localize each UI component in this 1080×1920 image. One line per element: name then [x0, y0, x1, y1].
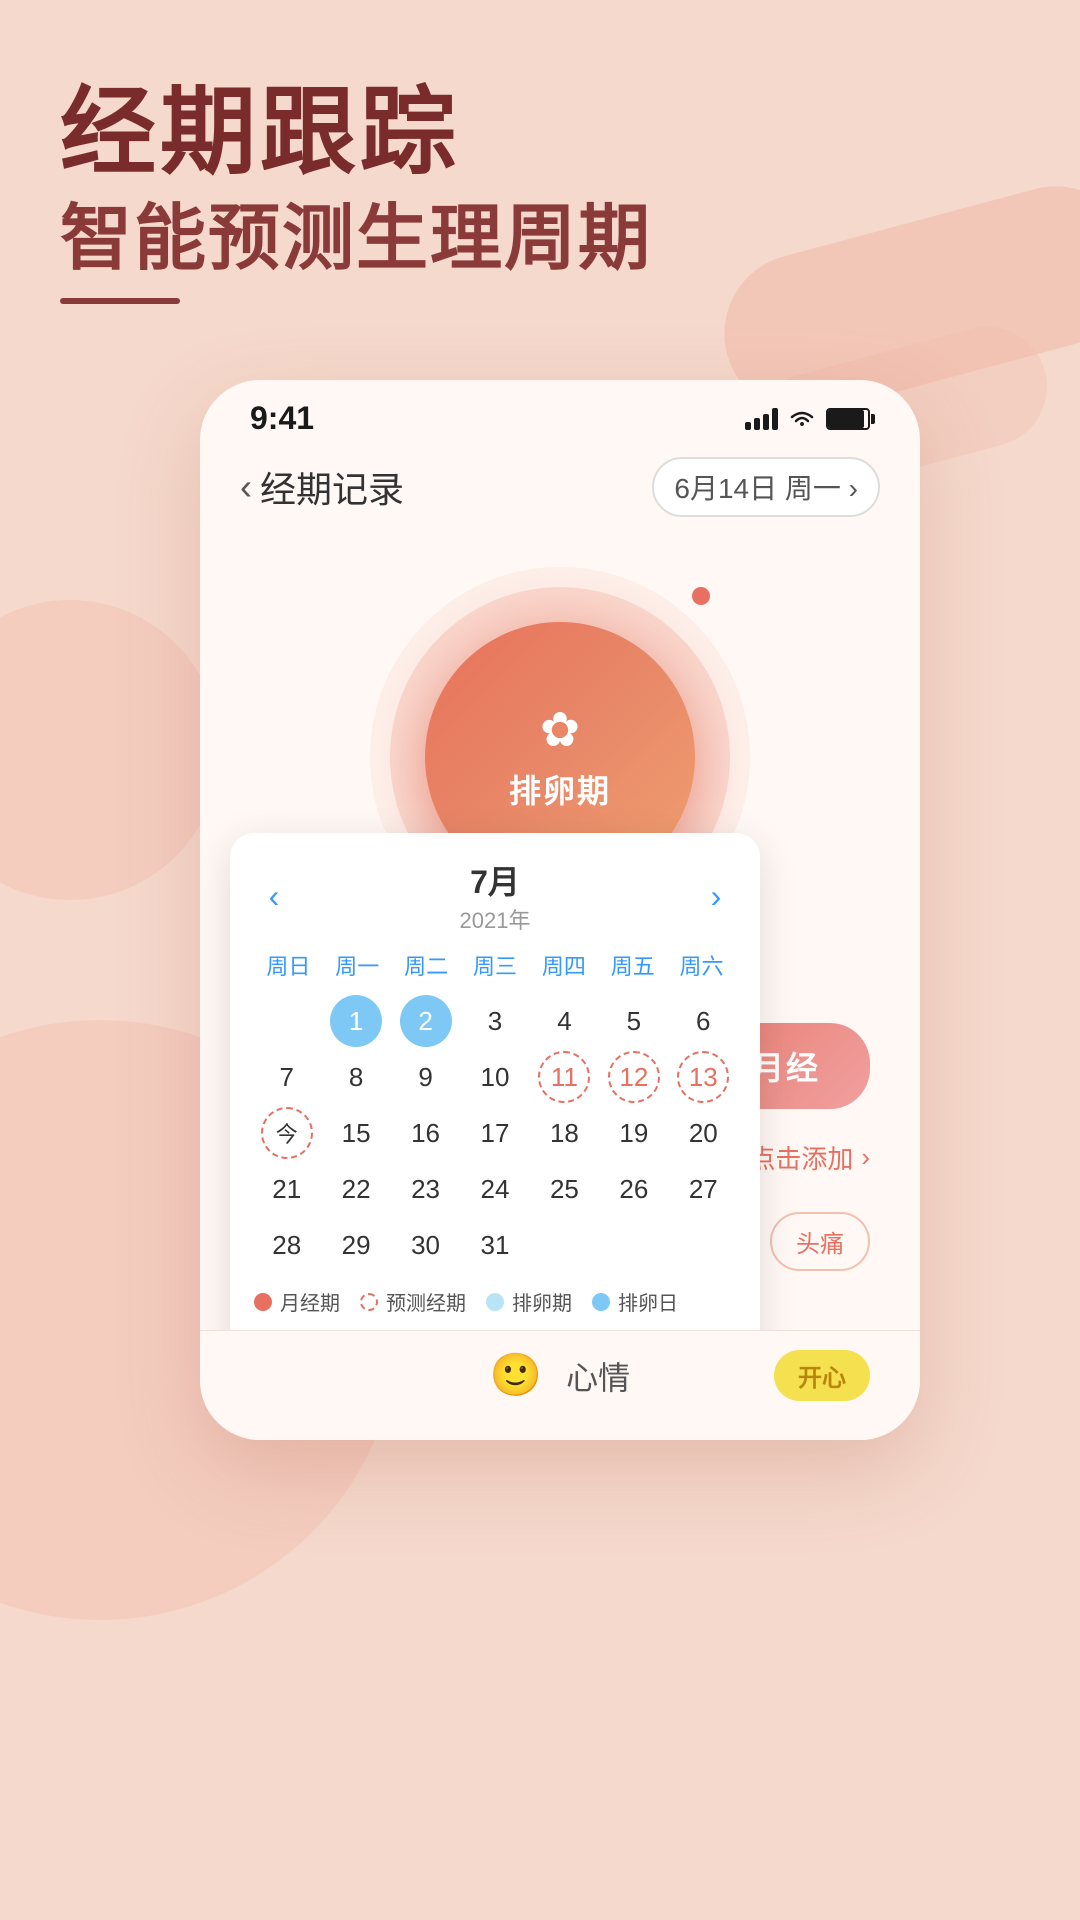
- cal-day-29[interactable]: 29: [330, 1219, 382, 1271]
- legend-ovulation-day: 排卵日: [592, 1287, 678, 1316]
- legend-dot-light-blue: [486, 1293, 504, 1311]
- calendar-header: ‹ 7月 2021年 ›: [254, 857, 736, 935]
- bg-decoration-4: [0, 600, 220, 900]
- hero-title-sub: 智能预测生理周期: [60, 196, 652, 282]
- cal-day-20[interactable]: 20: [677, 1107, 729, 1159]
- cal-day-16[interactable]: 16: [400, 1107, 452, 1159]
- nav-date[interactable]: 6月14日 周一 ›: [652, 457, 880, 517]
- back-chevron-icon: ‹: [240, 466, 252, 508]
- status-icons: [745, 408, 870, 430]
- calendar-overlay: ‹ 7月 2021年 › 周日 周一 周二 周三 周四 周五 周六 1 2 3 …: [230, 833, 760, 1380]
- mood-bar: 🙂 心情 开心: [200, 1330, 920, 1440]
- legend-dot-red: [254, 1293, 272, 1311]
- cal-day-5[interactable]: 5: [608, 995, 660, 1047]
- phase-label: 排卵期: [509, 766, 611, 812]
- nav-bar: ‹ 经期记录 6月14日 周一 ›: [200, 447, 920, 537]
- cal-day-today[interactable]: 今: [261, 1107, 313, 1159]
- cal-day-empty-2: [538, 1219, 590, 1271]
- calendar-weekdays: 周日 周一 周二 周三 周四 周五 周六: [254, 943, 736, 987]
- symptom-tag-1[interactable]: 头痛: [770, 1212, 870, 1271]
- flower-icon: ✿: [540, 702, 580, 758]
- legend-dot-dashed: [360, 1293, 378, 1311]
- hero-section: 经期跟踪 智能预测生理周期: [60, 80, 652, 304]
- cal-day-13[interactable]: 13: [677, 1051, 729, 1103]
- calendar-next-button[interactable]: ›: [696, 878, 736, 915]
- cal-day-23[interactable]: 23: [400, 1163, 452, 1215]
- cal-day-7[interactable]: 7: [261, 1051, 313, 1103]
- mood-label: 心情: [566, 1353, 630, 1399]
- calendar-month-year: 7月 2021年: [460, 857, 531, 935]
- calendar-prev-button[interactable]: ‹: [254, 878, 294, 915]
- cal-day-17[interactable]: 17: [469, 1107, 521, 1159]
- cal-day-empty: [261, 995, 313, 1047]
- cal-day-1[interactable]: 1: [330, 995, 382, 1047]
- calendar-month: 7月: [460, 857, 531, 903]
- cal-day-9[interactable]: 9: [400, 1051, 452, 1103]
- legend-label-ovulation-period: 排卵期: [512, 1287, 572, 1316]
- cal-day-22[interactable]: 22: [330, 1163, 382, 1215]
- add-link-arrow-icon: ›: [861, 1142, 870, 1173]
- cal-day-10[interactable]: 10: [469, 1051, 521, 1103]
- status-time: 9:41: [250, 400, 314, 437]
- legend-predicted: 预测经期: [360, 1287, 466, 1316]
- legend-label-period: 月经期: [280, 1287, 340, 1316]
- phone-mockup: 9:41 ‹ 经期记录 6月14日 周一 ›: [200, 380, 920, 1440]
- nav-title: 经期记录: [260, 461, 404, 513]
- cal-day-2[interactable]: 2: [400, 995, 452, 1047]
- signal-bars-icon: [745, 408, 778, 430]
- legend-label-predicted: 预测经期: [386, 1287, 466, 1316]
- cal-day-12[interactable]: 12: [608, 1051, 660, 1103]
- add-link[interactable]: 点击添加 ›: [749, 1139, 870, 1176]
- legend-dot-blue: [592, 1293, 610, 1311]
- cal-day-18[interactable]: 18: [538, 1107, 590, 1159]
- cal-day-empty-4: [677, 1219, 729, 1271]
- calendar-legend: 月经期 预测经期 排卵期 排卵日: [254, 1287, 736, 1316]
- calendar-days: 1 2 3 4 5 6 7 8 9 10 11 12 13 今 15 16 17…: [254, 995, 736, 1271]
- cal-day-8[interactable]: 8: [330, 1051, 382, 1103]
- dot-top-right: [692, 587, 710, 605]
- cal-day-26[interactable]: 26: [608, 1163, 660, 1215]
- legend-ovulation-period: 排卵期: [486, 1287, 572, 1316]
- cal-day-28[interactable]: 28: [261, 1219, 313, 1271]
- wifi-icon: [788, 408, 816, 430]
- mood-emoji-icon: 🙂: [490, 1351, 542, 1400]
- nav-date-arrow-icon: ›: [849, 473, 858, 504]
- cal-day-30[interactable]: 30: [400, 1219, 452, 1271]
- cal-day-3[interactable]: 3: [469, 995, 521, 1047]
- cal-day-15[interactable]: 15: [330, 1107, 382, 1159]
- hero-title-main: 经期跟踪: [60, 80, 652, 186]
- legend-period: 月经期: [254, 1287, 340, 1316]
- weekday-sat: 周六: [667, 943, 736, 987]
- cal-day-24[interactable]: 24: [469, 1163, 521, 1215]
- cal-day-31[interactable]: 31: [469, 1219, 521, 1271]
- cal-day-empty-3: [608, 1219, 660, 1271]
- cal-day-19[interactable]: 19: [608, 1107, 660, 1159]
- weekday-mon: 周一: [323, 943, 392, 987]
- mood-badge[interactable]: 开心: [774, 1350, 870, 1401]
- weekday-tue: 周二: [392, 943, 461, 987]
- cal-day-21[interactable]: 21: [261, 1163, 313, 1215]
- cal-day-11[interactable]: 11: [538, 1051, 590, 1103]
- battery-icon: [826, 408, 870, 430]
- weekday-thu: 周四: [529, 943, 598, 987]
- weekday-sun: 周日: [254, 943, 323, 987]
- cal-day-6[interactable]: 6: [677, 995, 729, 1047]
- cal-day-25[interactable]: 25: [538, 1163, 590, 1215]
- weekday-wed: 周三: [461, 943, 530, 987]
- weekday-fri: 周五: [598, 943, 667, 987]
- cal-day-27[interactable]: 27: [677, 1163, 729, 1215]
- status-bar: 9:41: [200, 380, 920, 447]
- legend-label-ovulation-day: 排卵日: [618, 1287, 678, 1316]
- hero-underline: [60, 298, 180, 304]
- calendar-year: 2021年: [460, 903, 531, 935]
- cal-day-4[interactable]: 4: [538, 995, 590, 1047]
- nav-back-button[interactable]: ‹ 经期记录: [240, 461, 404, 513]
